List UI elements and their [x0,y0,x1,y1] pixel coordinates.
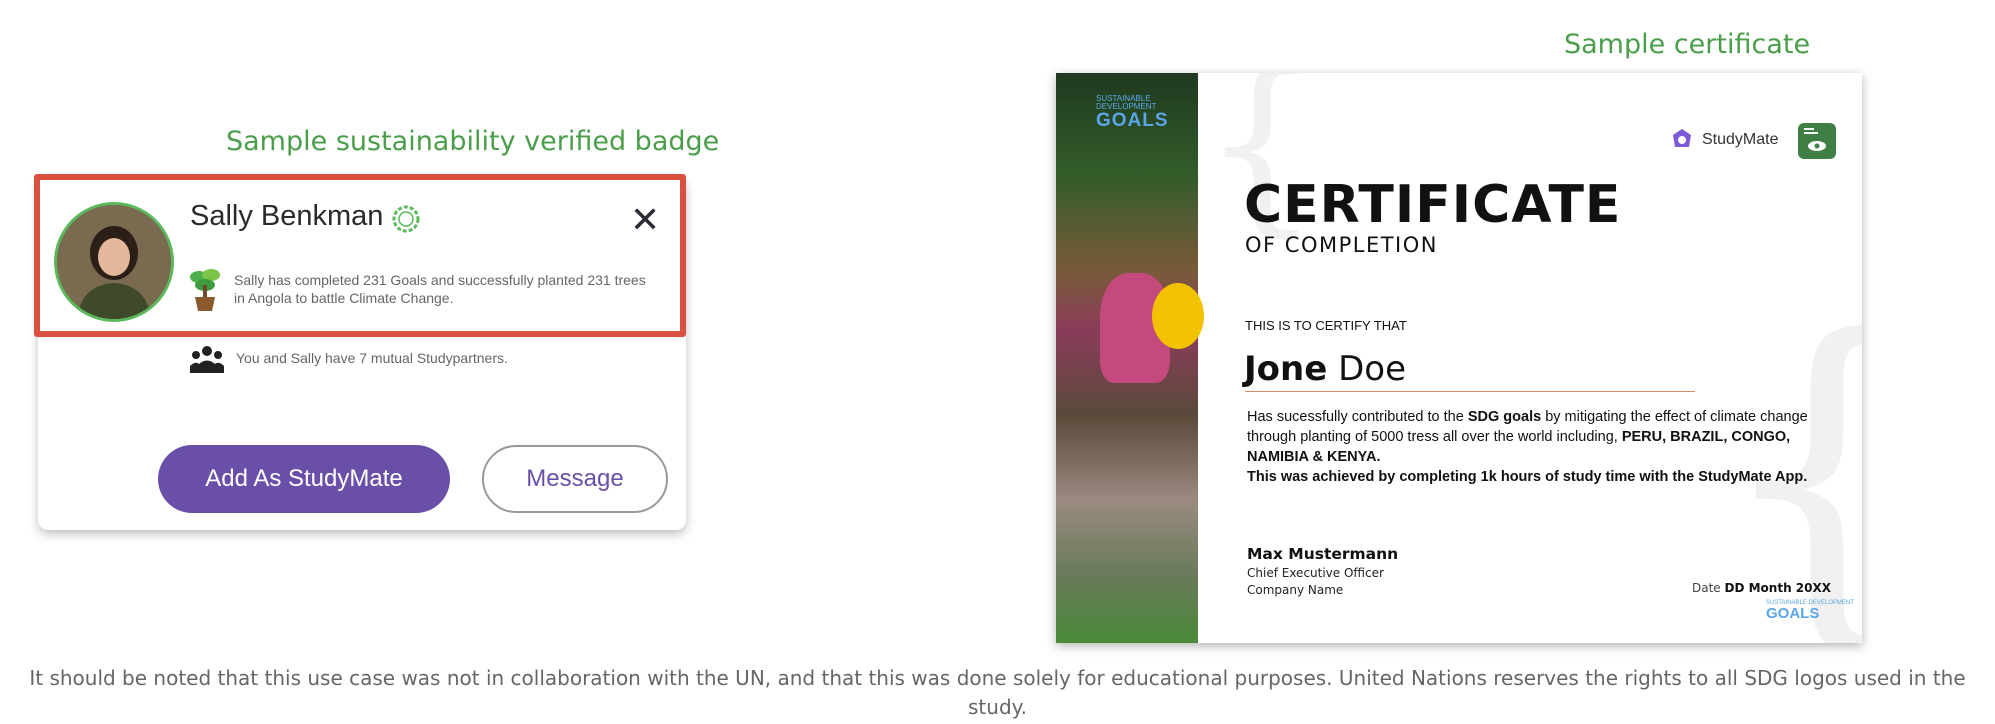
certificate-body: Has sucessfully contributed to the SDG g… [1247,409,1808,485]
add-studymate-button[interactable]: Add As StudyMate [158,445,450,513]
verified-badge-icon [392,205,420,233]
sdg-goal-badge-icon [1798,123,1836,159]
badge-caption: Sample sustainability verified badge [226,126,720,157]
people-icon [190,346,224,373]
studymate-logo-icon [1673,129,1691,147]
rice-planting-photo: SUSTAINABLE DEVELOPMENT GOALS [1056,73,1204,643]
certificate: SUSTAINABLE DEVELOPMENT GOALS { { StudyM… [1056,73,1862,643]
profile-name: Sally Benkman [190,200,384,232]
message-button[interactable]: Message [482,445,668,513]
sdg-footer-logo: SUSTAINABLE DEVELOPMENT GOALS [1766,600,1854,622]
recipient-name: Jone Doe [1244,349,1406,389]
signer-name: Max Mustermann [1247,545,1399,563]
signer-details: Chief Executive Officer Company Name [1247,566,1384,597]
sdg-logo: SUSTAINABLE DEVELOPMENT GOALS [1096,94,1169,131]
plant-icon [190,269,220,311]
mutual-partners-text: You and Sally have 7 mutual Studypartner… [236,350,508,366]
certificate-title: CERTIFICATE [1244,175,1622,235]
avatar[interactable] [54,202,174,322]
certificate-date: Date DD Month 20XX [1692,581,1832,595]
close-icon[interactable]: ✕ [630,200,660,241]
certificate-subtitle: OF COMPLETION [1245,233,1438,257]
disclaimer-footnote: It should be noted that this use case wa… [29,666,1966,719]
achievement-description: Sally has completed 231 Goals and succes… [234,272,646,306]
brand-name: StudyMate [1702,131,1779,148]
divider [1245,391,1695,392]
certify-line: THIS IS TO CERTIFY THAT [1245,318,1407,333]
certificate-caption: Sample certificate [1564,29,1811,60]
